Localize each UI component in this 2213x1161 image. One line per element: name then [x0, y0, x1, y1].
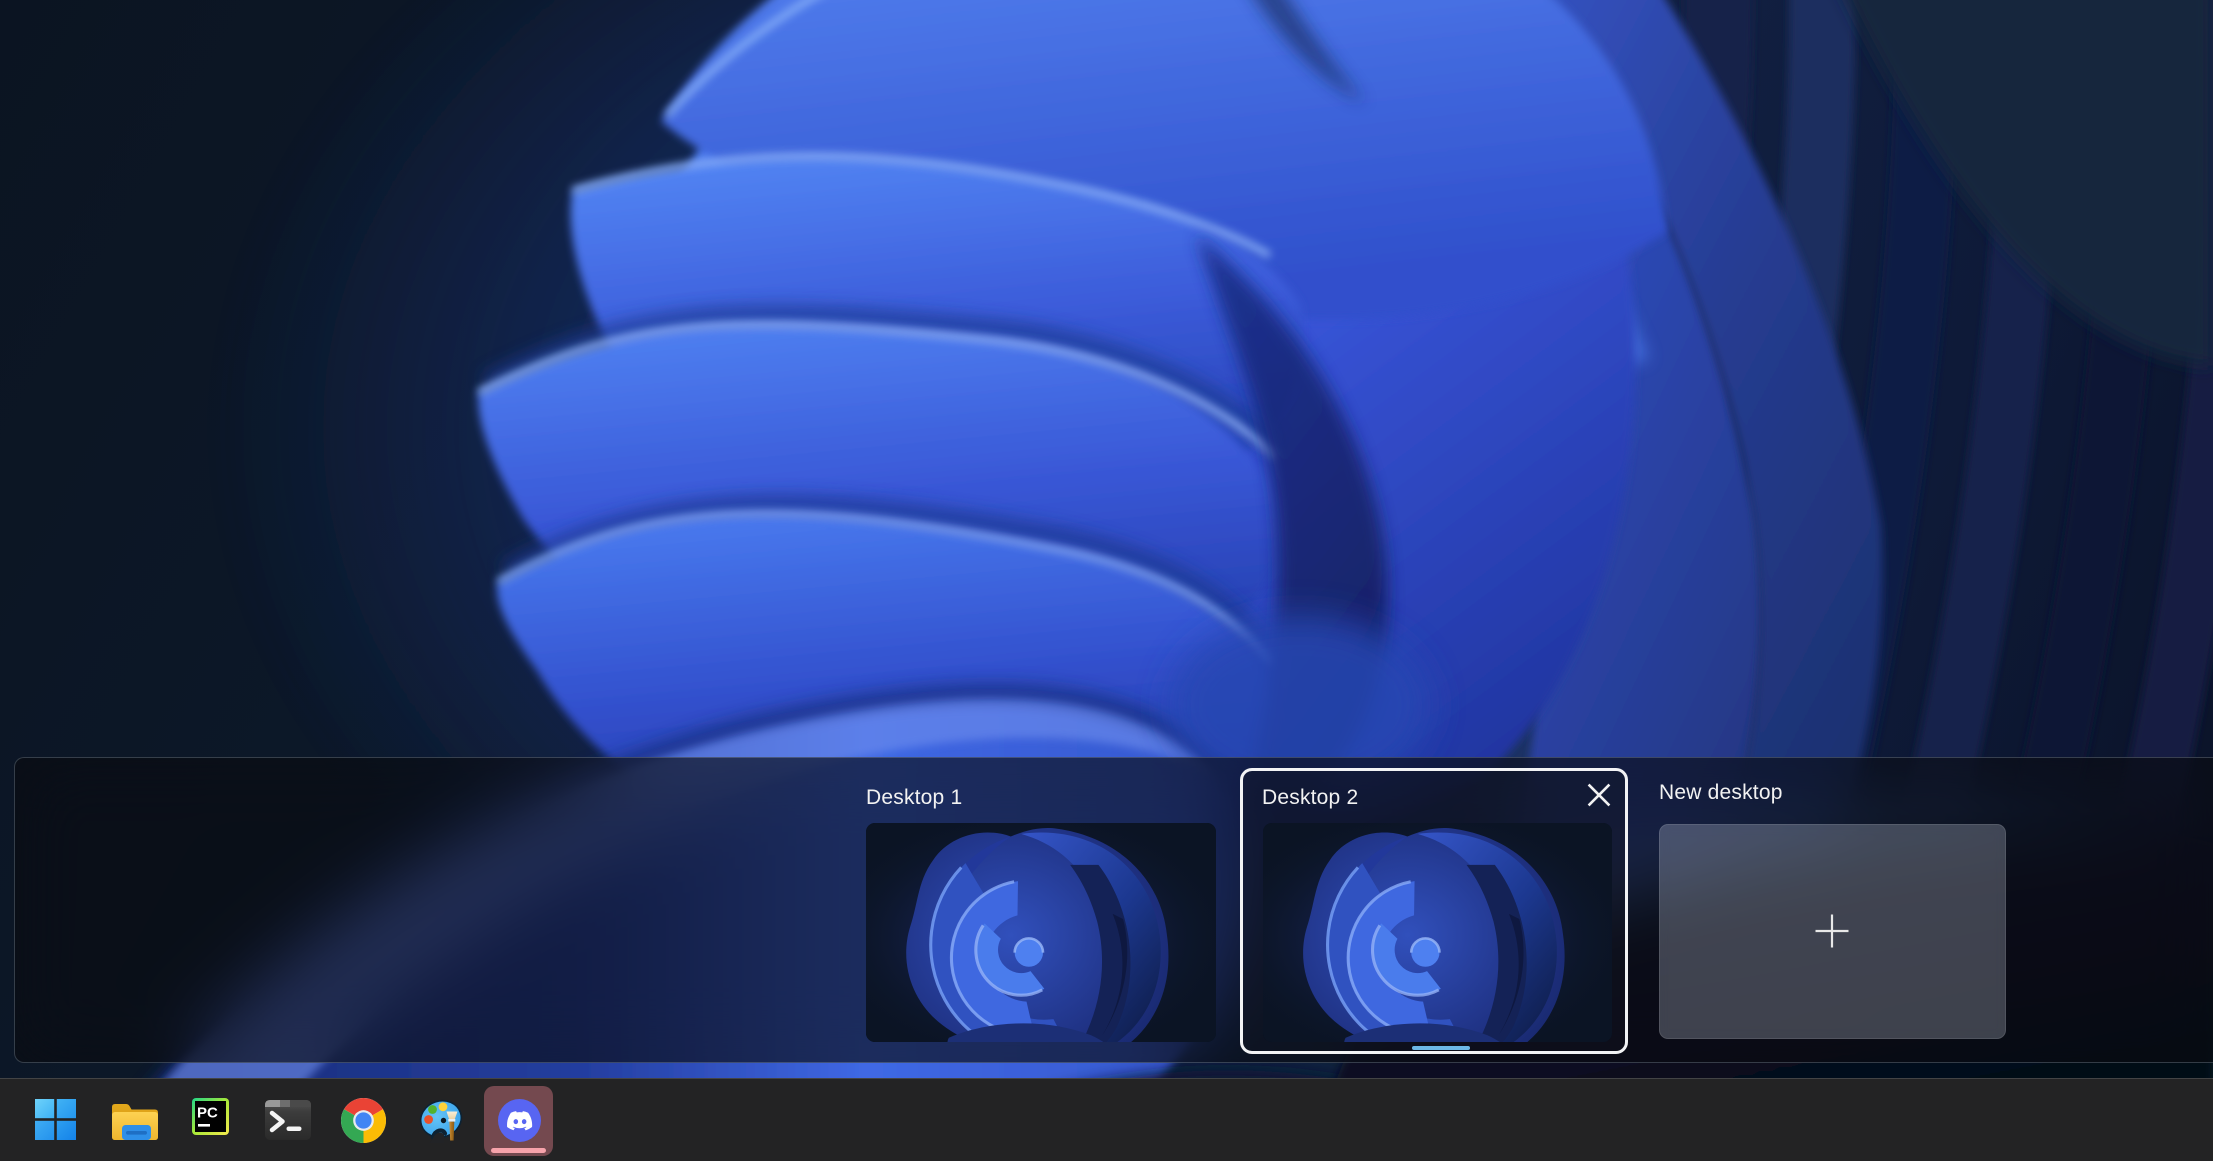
svg-text:PC: PC: [197, 1105, 218, 1122]
